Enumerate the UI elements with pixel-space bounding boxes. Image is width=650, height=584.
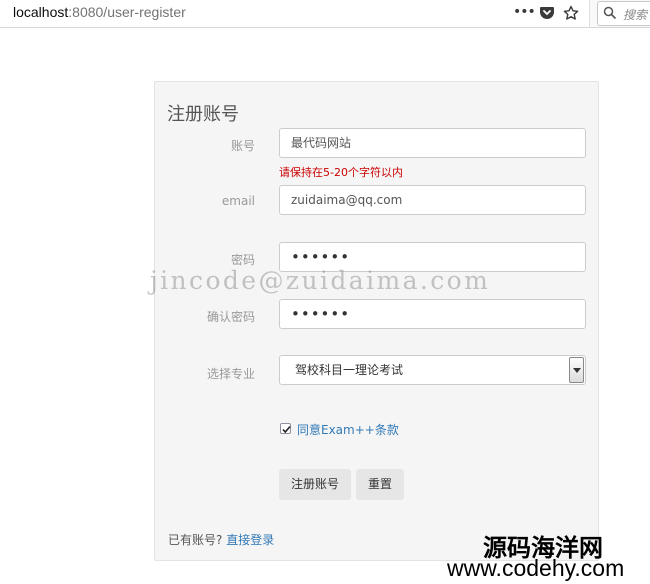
url-text: localhost:8080/user-register xyxy=(13,4,186,20)
major-selected-value: 驾校科目一理论考试 xyxy=(295,363,404,377)
account-error-message: 请保持在5-20个字符以内 xyxy=(279,166,403,179)
major-label: 选择专业 xyxy=(206,367,255,381)
bookmark-star-icon[interactable] xyxy=(562,5,580,23)
browser-toolbar: localhost:8080/user-register ••• 搜索 xyxy=(0,0,650,28)
email-input[interactable]: zuidaima@qq.com xyxy=(279,185,586,215)
confirm-password-label: 确认密码 xyxy=(206,310,255,324)
page-actions-icon[interactable]: ••• xyxy=(513,3,536,21)
account-input[interactable]: 最代码网站 xyxy=(279,128,586,158)
site-url-watermark: www.codehy.com xyxy=(447,555,625,581)
login-link[interactable]: 直接登录 xyxy=(226,533,274,547)
reset-button[interactable]: 重置 xyxy=(356,469,404,500)
url-host: localhost xyxy=(13,4,69,20)
major-select[interactable]: 驾校科目一理论考试 xyxy=(279,355,586,385)
agree-terms-link[interactable]: 同意Exam++条款 xyxy=(297,421,399,438)
register-button[interactable]: 注册账号 xyxy=(279,469,351,500)
confirm-password-input[interactable]: •••••• xyxy=(279,299,586,329)
chevron-down-icon[interactable] xyxy=(569,357,584,383)
pocket-icon[interactable] xyxy=(538,5,556,23)
register-panel: 注册账号 账号 最代码网站 请保持在5-20个字符以内 email zuidai… xyxy=(154,81,599,561)
address-bar[interactable]: localhost:8080/user-register ••• xyxy=(0,0,590,27)
url-path: :8080/user-register xyxy=(68,4,186,20)
email-label: email xyxy=(221,194,255,208)
login-prompt: 已有账号? 直接登录 xyxy=(168,531,274,548)
login-prompt-text: 已有账号? xyxy=(168,533,223,547)
account-label: 账号 xyxy=(230,139,255,153)
search-icon xyxy=(603,6,617,20)
browser-search-field[interactable]: 搜索 xyxy=(597,1,650,26)
email-watermark: jincode@zuidaima.com xyxy=(150,266,491,295)
agree-checkbox[interactable] xyxy=(280,423,291,434)
page-title: 注册账号 xyxy=(167,104,239,125)
search-placeholder: 搜索 xyxy=(623,8,648,22)
checkmark-icon xyxy=(282,425,291,434)
